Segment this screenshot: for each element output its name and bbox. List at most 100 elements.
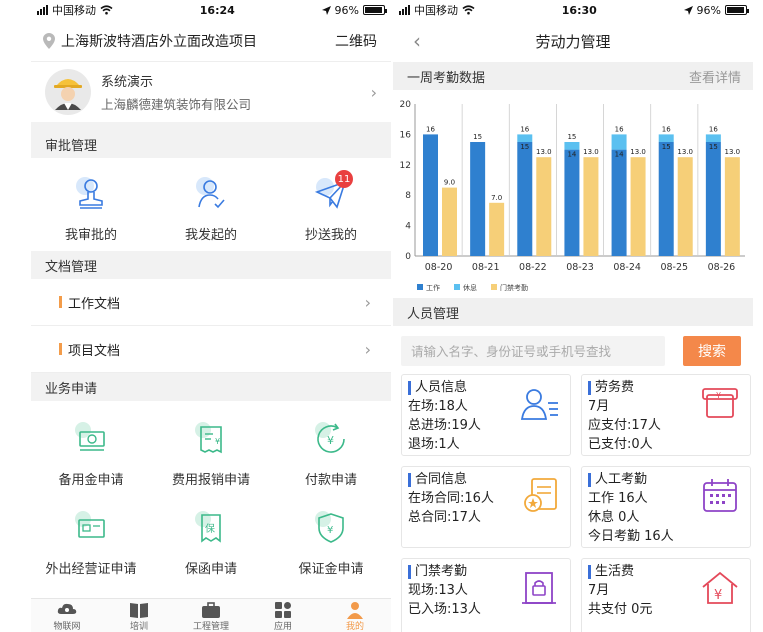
wifi-icon [100,5,113,15]
chevron-right-icon: › [370,82,377,102]
data-label-gate: 13.0 [677,148,693,156]
project-selector[interactable]: 上海斯波特酒店外立面改造项目 [43,31,257,51]
data-label-work: 15 [520,143,529,151]
page-title: 劳动力管理 [535,32,611,51]
worker-avatar-icon [54,79,82,110]
carrier-label: 中国移动 [52,4,96,17]
bar-work [470,142,486,256]
user-card[interactable]: 系统演示 上海麟德建筑装饰有限公司 › [31,62,391,130]
data-label-total: 15 [473,133,482,141]
data-label-total: 16 [709,125,718,133]
location-arrow-icon [683,5,693,15]
legend-label: 休息 [463,283,477,292]
business-item-label: 备用金申请 [58,473,124,488]
card-labor-fee[interactable]: 劳务费 7月 应支付:17人 已支付:0人 ¥ [581,374,751,456]
tab-label: 工程管理 [192,622,229,632]
status-time: 16:24 [199,3,235,17]
business-item-guarantee[interactable]: 保 保函申请 [156,506,266,577]
blue-marker [588,380,591,395]
business-item-certificate[interactable]: 外出经营证申请 [36,506,146,577]
bar-gate [677,157,693,256]
location-pin-icon [43,32,55,49]
tab-training[interactable]: 培训 [109,601,169,632]
approval-item-mine[interactable]: 我审批的 [36,172,146,243]
apps-grid-icon [275,602,291,618]
doc-row-work[interactable]: 工作文档 › [31,279,391,326]
signal-icon [399,5,410,15]
search-input[interactable] [401,336,665,366]
book-icon [130,603,148,618]
tab-iot[interactable]: 物联网 [37,601,97,632]
wallet-icon: ¥ [702,388,738,418]
qr-code-link[interactable]: 二维码 [335,31,377,51]
x-tick-label: 08-20 [425,262,453,273]
battery-icon [725,5,749,15]
card-line: 今日考勤 16人 [588,529,674,544]
search-button[interactable]: 搜索 [683,336,741,366]
card-manual-attendance[interactable]: 人工考勤 工作 16人 休息 0人 今日考勤 16人 [581,466,751,548]
data-label-gate: 7.0 [491,194,502,202]
people-title: 人员管理 [407,306,460,322]
project-home-screen: 中国移动 16:24 96% 上海斯波特酒店外立面改造项目 二维码 系统演示 上… [31,0,391,632]
bar-gate [536,157,552,256]
card-living-expense[interactable]: 生活费 7月 共支付 0元 ¥ [581,558,751,632]
data-label-work: 14 [615,151,624,159]
business-item-payment[interactable]: ¥ 付款申请 [276,417,386,488]
chevron-right-icon: › [364,339,371,359]
bar-gate [489,202,505,256]
svg-text:¥: ¥ [215,437,220,446]
bar-rest [658,134,674,142]
card-contract[interactable]: 合同信息 在场合同:16人 总合同:17人 [401,466,571,548]
certificate-icon [75,511,105,538]
card-title: 门禁考勤 [415,564,468,579]
tab-engineering[interactable]: 工程管理 [181,601,241,632]
cloud-network-icon [57,603,77,614]
data-label-gate: 13.0 [583,148,599,156]
bar-rest [705,134,721,142]
receipt-icon: ¥ [195,422,222,454]
x-tick-label: 08-21 [472,262,500,273]
blue-marker [408,472,411,487]
business-grid-row1: 备用金申请 ¥ 费用报销申请 ¥ 付款申请 [31,401,391,496]
avatar [45,69,91,115]
card-gate-attendance[interactable]: 门禁考勤 现场:13人 已入场:13人 [401,558,571,632]
y-tick-label: 0 [405,252,411,262]
x-tick-label: 08-22 [519,262,547,273]
doc-row-label: 项目文档 [68,343,121,359]
project-header: 上海斯波特酒店外立面改造项目 二维码 [31,20,391,62]
bar-rest [611,134,627,150]
approval-item-label: 我审批的 [64,228,117,243]
battery-percent: 96% [334,3,359,17]
bar-gate [630,157,646,256]
data-label-work: 15 [662,143,671,151]
card-personnel[interactable]: 人员信息 在场:18人 总进场:19人 退场:1人 [401,374,571,456]
card-line: 已支付:0人 [588,437,653,452]
location-arrow-icon [321,5,331,15]
y-tick-label: 8 [405,191,411,201]
business-item-petty-cash[interactable]: 备用金申请 [36,417,146,488]
signal-icon [37,5,48,15]
bar-work [611,149,627,256]
business-item-label: 付款申请 [304,473,357,488]
card-title: 生活费 [595,564,635,579]
view-details-link[interactable]: 查看详情 [689,67,741,86]
bar-work [705,142,721,256]
svg-text:¥: ¥ [714,588,722,603]
approval-item-cc[interactable]: 11 抄送我的 [276,170,386,243]
carrier-label: 中国移动 [414,4,458,17]
bottom-tab-bar: 物联网 培训 工程管理 应用 我的 [31,598,391,632]
approval-item-initiated[interactable]: 我发起的 [156,172,266,243]
tab-label: 应用 [273,622,292,632]
data-label-gate: 13.0 [630,148,646,156]
card-title: 劳务费 [595,380,635,395]
summary-cards: 人员信息 在场:18人 总进场:19人 退场:1人 劳务费 7月 应支付:17人… [393,374,753,632]
x-tick-label: 08-24 [613,262,641,273]
business-item-deposit[interactable]: ¥ 保证金申请 [276,506,386,577]
doc-row-project[interactable]: 项目文档 › [31,326,391,373]
back-arrow-icon[interactable]: ‹ [413,29,421,53]
tab-profile[interactable]: 我的 [325,601,385,632]
business-item-expense[interactable]: ¥ 费用报销申请 [156,417,266,488]
approval-item-label: 抄送我的 [304,228,357,243]
tab-apps[interactable]: 应用 [253,601,313,632]
section-docs: 文档管理 [31,251,391,279]
